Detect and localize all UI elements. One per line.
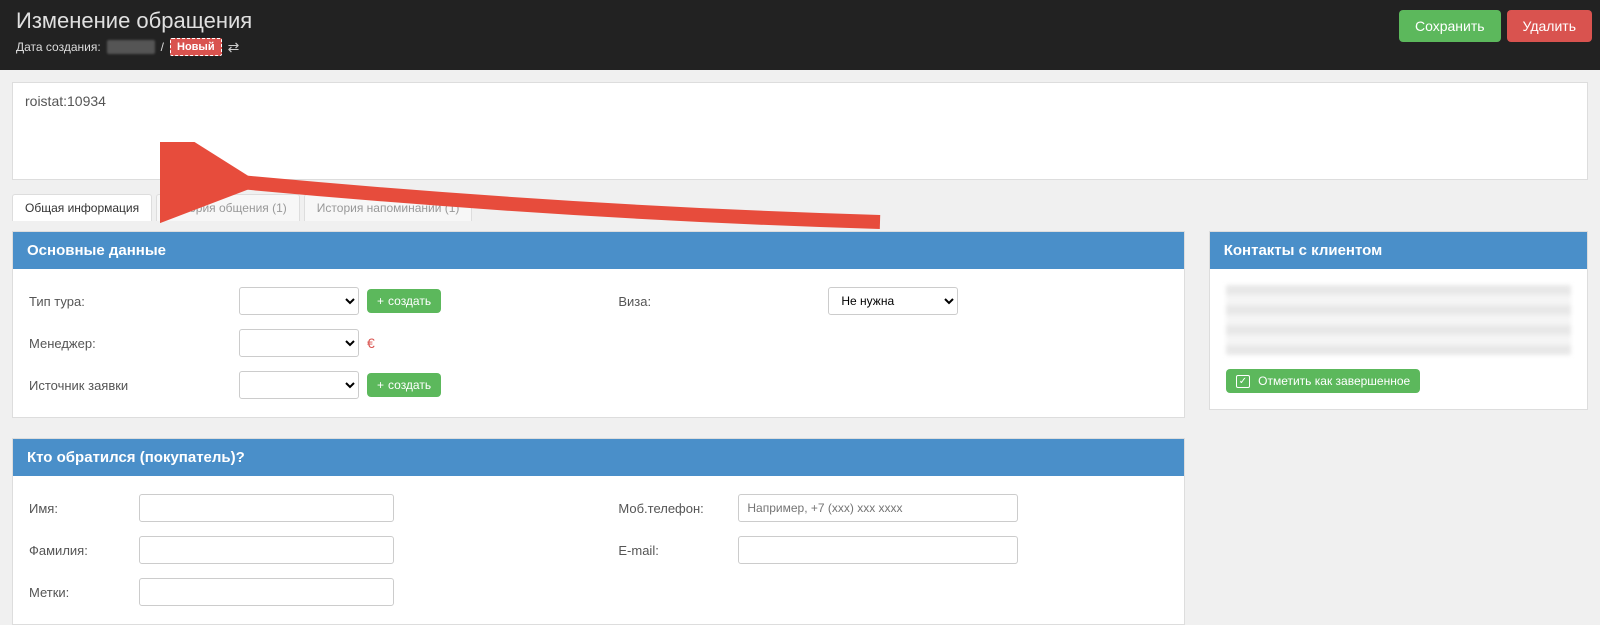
create-tour-type-button[interactable]: + создать [367,289,441,313]
top-actions: Сохранить Удалить [1399,10,1592,42]
panel-contacts: Контакты с клиентом Отметить как заверше… [1209,231,1588,410]
create-source-button[interactable]: + создать [367,373,441,397]
tab-reminder-history[interactable]: История напоминаний (1) [304,194,473,221]
row-phone: Моб.телефон: [618,494,1167,522]
col-side: Контакты с клиентом Отметить как заверше… [1209,231,1588,410]
row-visa: Виза: Не нужна [618,287,1167,315]
panel-buyer: Кто обратился (покупатель)? Имя: Фамилия… [12,438,1185,625]
tabs: Общая информация История общения (1) Ист… [0,180,1600,221]
row-tour-type: Тип тура: + создать [29,287,578,315]
plus-icon: + [377,294,384,308]
row-manager: Менеджер: € [29,329,578,357]
panel-buyer-header: Кто обратился (покупатель)? [13,439,1184,476]
body-cols: Основные данные Тип тура: + создать [0,221,1600,625]
topbar: Изменение обращения Дата создания: / Нов… [0,0,1600,70]
roistat-box: roistat:10934 [12,82,1588,180]
panel-contacts-body: Отметить как завершенное [1210,269,1587,409]
currency-symbol: € [367,335,375,351]
label-phone: Моб.телефон: [618,501,728,516]
contacts-blur [1226,285,1571,355]
label-surname: Фамилия: [29,543,129,558]
panel-contacts-header: Контакты с клиентом [1210,232,1587,269]
label-visa: Виза: [618,294,718,309]
input-phone[interactable] [738,494,1018,522]
input-email[interactable] [738,536,1018,564]
input-tags[interactable] [139,578,394,606]
roistat-text: roistat:10934 [25,93,106,109]
label-tour-type: Тип тура: [29,294,129,309]
row-tags: Метки: [29,578,578,606]
tab-chat-history[interactable]: История общения (1) [156,194,300,221]
select-visa[interactable]: Не нужна [828,287,958,315]
label-tags: Метки: [29,585,129,600]
label-email: E-mail: [618,543,728,558]
select-source[interactable] [239,371,359,399]
roistat-area: roistat:10934 [0,70,1600,180]
label-manager: Менеджер: [29,336,129,351]
separator: / [161,40,164,54]
page-title: Изменение обращения [16,8,1584,34]
input-name[interactable] [139,494,394,522]
panel-main-data-header: Основные данные [13,232,1184,269]
col-main: Основные данные Тип тура: + создать [12,231,1185,625]
row-email: E-mail: [618,536,1167,564]
input-surname[interactable] [139,536,394,564]
plus-icon: + [377,378,384,392]
label-source: Источник заявки [29,378,129,393]
created-label: Дата создания: [16,40,101,54]
panel-main-data: Основные данные Тип тура: + создать [12,231,1185,418]
panel-main-data-body: Тип тура: + создать Менеджер: [13,269,1184,417]
select-manager[interactable] [239,329,359,357]
label-name: Имя: [29,501,129,516]
status-badge: Новый [170,38,222,56]
select-tour-type[interactable] [239,287,359,315]
meta-row: Дата создания: / Новый ⇄ [16,38,1584,56]
shuffle-icon[interactable]: ⇄ [228,39,240,56]
mark-done-label: Отметить как завершенное [1258,374,1410,388]
row-surname: Фамилия: [29,536,578,564]
create-source-label: создать [388,378,431,392]
tab-general[interactable]: Общая информация [12,194,152,221]
create-tour-type-label: создать [388,294,431,308]
row-name: Имя: [29,494,578,522]
date-value-blur [107,40,155,54]
save-button[interactable]: Сохранить [1399,10,1501,42]
delete-button[interactable]: Удалить [1507,10,1592,42]
mark-done-button[interactable]: Отметить как завершенное [1226,369,1420,393]
panel-buyer-body: Имя: Фамилия: Метки: [13,476,1184,624]
row-source: Источник заявки + создать [29,371,578,399]
